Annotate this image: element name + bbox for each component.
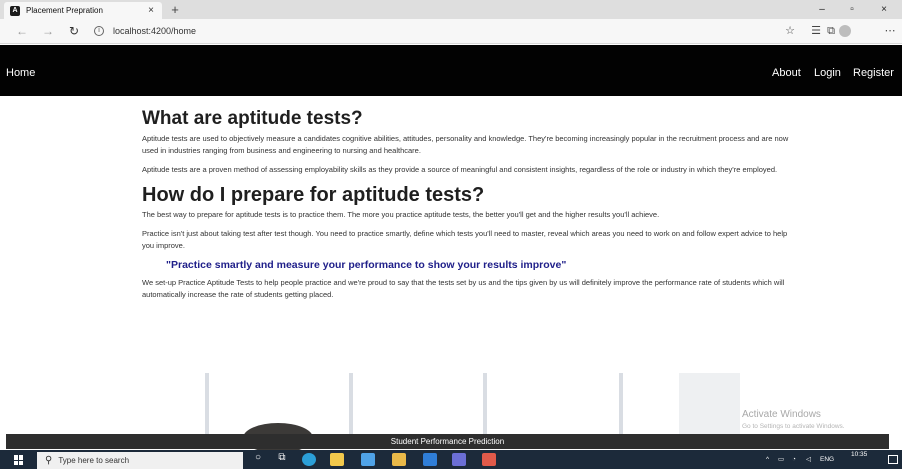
minimize-icon[interactable]: – (810, 0, 834, 19)
windows-start-icon[interactable] (14, 455, 24, 465)
store-icon[interactable] (330, 453, 344, 466)
activate-windows-watermark: Activate Windows (742, 409, 821, 420)
close-window-icon[interactable]: × (872, 0, 896, 19)
banner-image (183, 373, 740, 453)
html5-icon[interactable] (482, 453, 496, 466)
app-icon[interactable] (452, 453, 466, 466)
nav-home-link[interactable]: Home (6, 45, 35, 101)
paragraph-3: The best way to prepare for aptitude tes… (142, 209, 660, 219)
search-placeholder: Type here to search (58, 456, 130, 465)
notifications-icon[interactable] (888, 455, 898, 464)
app-navbar: Home About Login Register (0, 45, 902, 96)
tray-arrow-icon[interactable]: ^ (766, 450, 769, 469)
main-content: What are aptitude tests? Aptitude tests … (142, 108, 792, 300)
back-arrow-icon[interactable]: ← (12, 19, 32, 44)
clock-time: 10:35 (851, 451, 868, 458)
file-explorer-icon[interactable] (392, 453, 406, 466)
nav-about-link[interactable]: About (772, 45, 801, 101)
paragraph-5: We set-up Practice Aptitude Tests to hel… (142, 278, 785, 299)
paragraph-1: Aptitude tests are used to objectively m… (142, 134, 789, 155)
heading-prepare: How do I prepare for aptitude tests? (142, 183, 485, 206)
heading-aptitude-tests: What are aptitude tests? (142, 108, 363, 129)
vscode-icon[interactable] (423, 453, 437, 466)
tab-title: Placement Prepration (26, 6, 103, 15)
tab-close-icon[interactable]: × (144, 5, 158, 16)
battery-icon[interactable]: ▭ (778, 450, 784, 469)
activate-windows-subtitle: Go to Settings to activate Windows. (742, 423, 845, 430)
clock[interactable]: 10:35 (851, 451, 867, 459)
address-bar: ← → ↻ i localhost:4200/home ☆ ☰ ⧉ ⋯ (0, 19, 902, 44)
new-tab-icon[interactable]: + (166, 1, 184, 18)
nav-login-link[interactable]: Login (814, 45, 841, 101)
maximize-icon[interactable]: ▫ (840, 0, 864, 19)
taskbar-search-box[interactable]: ⚲ Type here to search (37, 452, 243, 469)
edge-browser-icon[interactable] (302, 453, 316, 466)
url-field[interactable]: localhost:4200/home (113, 19, 196, 44)
refresh-icon[interactable]: ↻ (64, 19, 84, 44)
search-icon: ⚲ (45, 455, 53, 466)
more-icon[interactable]: ⋯ (880, 19, 900, 44)
profile-avatar-icon[interactable] (839, 25, 851, 37)
angular-favicon-icon: A (10, 5, 20, 16)
image-pillar (483, 373, 487, 435)
star-icon[interactable]: ☆ (780, 19, 800, 44)
image-pillar (619, 373, 623, 435)
volume-icon[interactable]: ◁ (806, 450, 811, 469)
windows-taskbar: ⚲ Type here to search ○ ⧉ ^ ▭ ◔ ◁ ENG 10… (0, 450, 902, 469)
info-icon[interactable]: i (94, 26, 104, 36)
page-footer: Student Performance Prediction (6, 434, 889, 449)
language-indicator[interactable]: ENG (820, 450, 834, 469)
image-pillar (205, 373, 209, 435)
mail-icon[interactable] (361, 453, 375, 466)
browser-tab-strip: A Placement Prepration × + – ▫ × (0, 0, 902, 19)
cortana-icon[interactable]: ○ (251, 452, 265, 463)
task-view-icon[interactable]: ⧉ (275, 452, 289, 463)
image-window-panel (679, 373, 740, 435)
browser-tab[interactable]: A Placement Prepration × (4, 2, 162, 19)
network-icon[interactable]: ◔ (792, 450, 796, 469)
quote-text: "Practice smartly and measure your perfo… (166, 259, 567, 271)
image-pillar (349, 373, 353, 435)
paragraph-2: Aptitude tests are a proven method of as… (142, 165, 778, 174)
nav-register-link[interactable]: Register (853, 45, 894, 101)
paragraph-4: Practice isn't just about taking test af… (142, 229, 788, 250)
forward-arrow-icon[interactable]: → (38, 19, 58, 44)
